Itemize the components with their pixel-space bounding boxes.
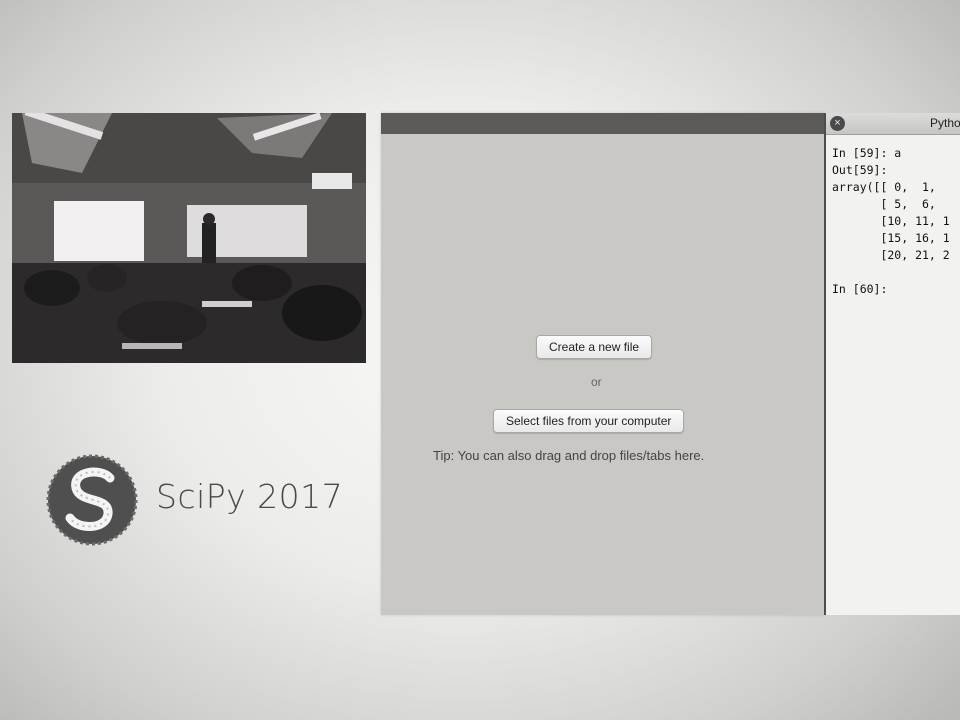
close-icon[interactable]: × [830, 116, 845, 131]
select-files-button[interactable]: Select files from your computer [493, 409, 685, 433]
console-line: [10, 11, 1 [832, 214, 950, 228]
editor-tab-bar [381, 113, 824, 134]
console-line: In [59]: a [832, 146, 902, 160]
console-line: [20, 21, 2 [832, 248, 950, 262]
create-new-file-button[interactable]: Create a new file [536, 335, 653, 359]
console-output: In [59]: a Out[59]: array([[ 0, 1, [ 5, … [832, 145, 950, 298]
console-title: Pytho [930, 116, 960, 130]
or-label: or [591, 375, 602, 389]
editor-panel: Create a new file or Select files from y… [381, 113, 824, 615]
brand-name: SciPy 2017 [156, 477, 344, 516]
console-line: [15, 16, 1 [832, 231, 950, 245]
console-title-bar: × Pytho [826, 113, 960, 135]
console-line: array([[ 0, 1, [832, 180, 936, 194]
console-line: Out[59]: [832, 163, 888, 177]
console-prompt: In [60]: [832, 282, 888, 296]
python-console[interactable]: × Pytho In [59]: a Out[59]: array([[ 0, … [824, 113, 960, 615]
conference-photo [12, 113, 366, 363]
conference-room-photo-icon [12, 113, 366, 363]
drag-drop-tip: Tip: You can also drag and drop files/ta… [433, 448, 705, 463]
console-line: [ 5, 6, [832, 197, 936, 211]
scipy-logo-icon [44, 452, 140, 548]
